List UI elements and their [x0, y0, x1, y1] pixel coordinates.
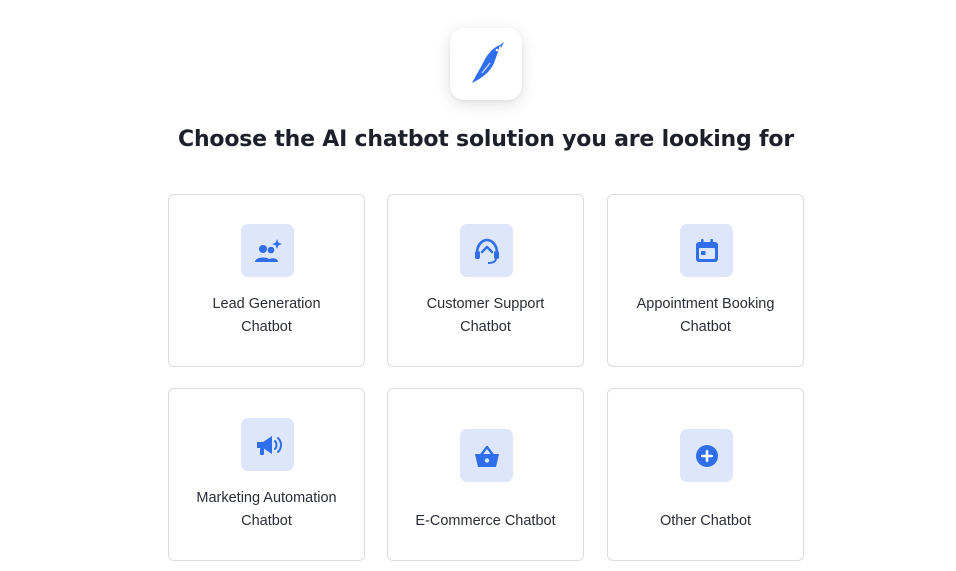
calendar-icon [680, 224, 733, 277]
option-label: Marketing Automation Chatbot [196, 490, 337, 529]
option-card-customer-support[interactable]: Customer Support Chatbot [387, 194, 584, 367]
option-card-ecommerce[interactable]: E-Commerce Chatbot [387, 388, 584, 561]
megaphone-icon [241, 418, 294, 471]
headset-icon [460, 224, 513, 277]
option-card-lead-generation[interactable]: Lead Generation Chatbot [168, 194, 365, 367]
option-card-marketing-automation[interactable]: Marketing Automation Chatbot [168, 388, 365, 561]
option-label: Lead Generation Chatbot [212, 296, 321, 335]
app-logo [450, 28, 522, 100]
bird-logo-icon [472, 42, 504, 83]
shopping-basket-icon [460, 429, 513, 482]
option-label: Appointment Booking Chatbot [636, 296, 775, 335]
option-label: E-Commerce Chatbot [415, 513, 556, 529]
option-label: Customer Support Chatbot [426, 296, 545, 335]
option-card-appointment-booking[interactable]: Appointment Booking Chatbot [607, 194, 804, 367]
option-label: Other Chatbot [659, 513, 752, 529]
page-title: Choose the AI chatbot solution you are l… [178, 127, 794, 152]
users-sparkle-icon [241, 224, 294, 277]
option-card-other[interactable]: Other Chatbot [607, 388, 804, 561]
plus-circle-icon [680, 429, 733, 482]
